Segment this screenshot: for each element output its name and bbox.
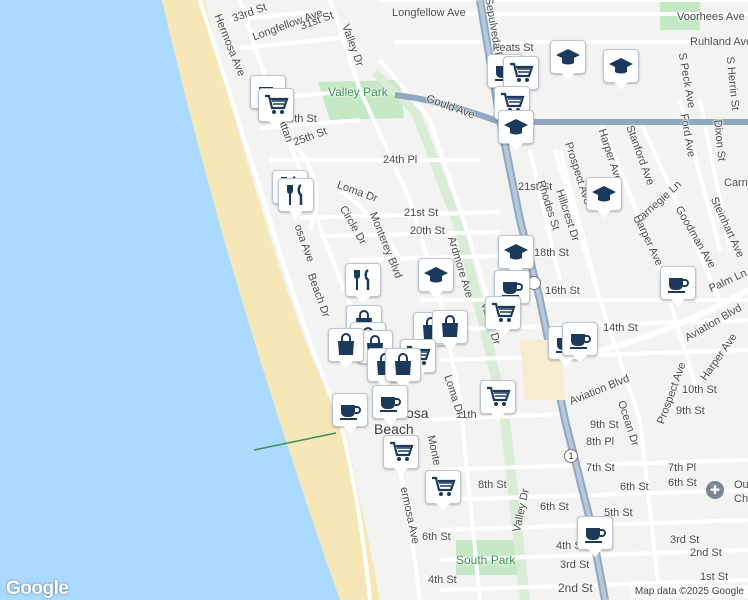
poi-pin-school[interactable]	[498, 110, 534, 152]
coffee-icon	[660, 266, 696, 300]
bag-icon	[432, 310, 468, 344]
label-14th-st: 14th St	[603, 322, 638, 334]
poi-pin-coffee[interactable]	[660, 266, 696, 308]
cart-icon	[485, 296, 521, 330]
school-icon	[586, 177, 622, 211]
poi-pin-bag[interactable]	[385, 348, 421, 390]
coffee-icon	[372, 385, 408, 419]
poi-pin-cart[interactable]	[485, 296, 521, 338]
label-20th-st: 20th St	[410, 225, 445, 237]
poi-pin-cart[interactable]	[425, 470, 461, 512]
school-icon	[603, 49, 639, 83]
map-canvas[interactable]: Longfellow Ave Voorhees Ave Ruhland Ave …	[0, 0, 748, 600]
label-7th-pl: 7th Pl	[668, 462, 697, 474]
poi-pin-food[interactable]	[278, 178, 314, 220]
label-10th-st: 10th St	[682, 384, 717, 396]
google-logo: Google	[6, 578, 69, 599]
poi-pin-bag[interactable]	[328, 328, 364, 370]
poi-pin-bag[interactable]	[432, 310, 468, 352]
church-icon[interactable]: ✚	[706, 481, 724, 499]
cart-icon	[383, 435, 419, 469]
label-21st-st: 21st St	[404, 207, 439, 219]
bag-icon	[328, 328, 364, 362]
food-icon	[345, 263, 381, 297]
label-8th-pl: 8th Pl	[586, 436, 615, 448]
label-hermosa-beach-line1: osa	[406, 405, 429, 421]
school-icon	[550, 40, 586, 74]
label-2nd-st: 2nd St	[558, 581, 593, 595]
poi-pin-food[interactable]	[345, 263, 381, 305]
poi-pin-cart[interactable]	[258, 88, 294, 130]
label-6th-st-east: 6th St	[668, 477, 697, 489]
coffee-icon	[332, 393, 368, 427]
label-24th-pl: 24th Pl	[383, 154, 418, 166]
label-9th-st: 9th St	[590, 419, 619, 431]
route-1-shield: 1	[564, 449, 578, 463]
cart-icon	[425, 470, 461, 504]
label-carnegie-right: Carne	[724, 177, 748, 189]
label-church-2: Ch	[734, 493, 748, 505]
poi-pin-coffee[interactable]	[562, 322, 598, 364]
school-icon	[418, 258, 454, 292]
label-ruhland-ave: Ruhland Ave	[690, 36, 748, 48]
school-icon	[498, 235, 534, 269]
food-icon	[278, 178, 314, 212]
poi-pin-school[interactable]	[418, 258, 454, 300]
bag-icon	[385, 348, 421, 382]
poi-pin-cart[interactable]	[480, 380, 516, 422]
poi-pin-school[interactable]	[586, 177, 622, 219]
label-8th-st: 8th St	[478, 479, 507, 491]
label-longfellow-ave: Longfellow Ave	[392, 7, 466, 19]
label-6th-st: 6th St	[540, 501, 569, 513]
coffee-icon	[577, 516, 613, 550]
label-18th-st: 18th St	[534, 247, 569, 259]
label-church: Ou	[734, 479, 748, 491]
label-2nd-st-east: 2nd St	[690, 547, 722, 559]
poi-pin-school[interactable]	[603, 49, 639, 91]
poi-pin-cart[interactable]	[383, 435, 419, 477]
label-4th-st: 4th St	[428, 574, 457, 586]
label-16th-st: 16th St	[545, 285, 580, 297]
cart-icon	[480, 380, 516, 414]
poi-pin-coffee[interactable]	[372, 385, 408, 427]
poi-pin-coffee[interactable]	[332, 393, 368, 435]
label-6th-st-west: 6th St	[422, 531, 451, 543]
poi-pin-coffee[interactable]	[577, 516, 613, 558]
label-voorhees-ave: Voorhees Ave	[677, 11, 745, 23]
label-3rd-st-east: 3rd St	[670, 534, 700, 546]
cart-icon	[503, 56, 539, 90]
label-3rd-st: 3rd St	[560, 559, 590, 571]
coffee-icon	[562, 322, 598, 356]
label-1st-st: 1st St	[700, 571, 729, 583]
label-valley-park: Valley Park	[328, 85, 388, 99]
school-icon	[498, 110, 534, 144]
label-6th-st-mid: 6th St	[620, 481, 649, 493]
map-attribution: Map data ©2025 Google	[630, 585, 748, 598]
label-9th-st-east: 9th St	[676, 405, 705, 417]
cart-icon	[258, 88, 294, 122]
label-7th-st: 7th St	[586, 462, 615, 474]
label-south-park: South Park	[456, 553, 516, 567]
poi-pin-school[interactable]	[550, 40, 586, 82]
